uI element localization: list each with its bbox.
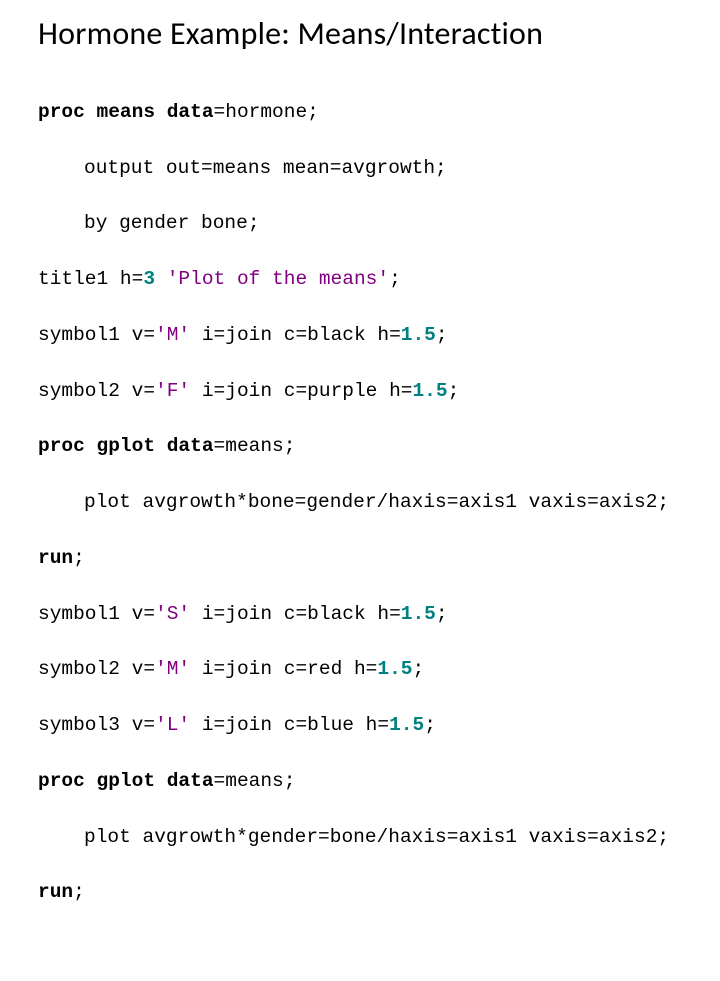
code-block: proc means data=hormone; output out=mean…	[38, 71, 692, 963]
code-text: ;	[389, 268, 401, 290]
code-text: ;	[436, 324, 448, 346]
code-text: =means;	[214, 770, 296, 792]
code-text: title1 h=	[38, 268, 143, 290]
keyword-proc: proc	[38, 101, 85, 123]
string-literal: 'M'	[155, 658, 190, 680]
number-literal: 1.5	[377, 658, 412, 680]
code-text: symbol1 v=	[38, 603, 155, 625]
code-line: output out=means mean=avgrowth;	[38, 155, 692, 183]
string-literal: 'L'	[155, 714, 190, 736]
code-line: proc gplot data=means;	[38, 433, 692, 461]
code-line: by gender bone;	[38, 210, 692, 238]
keyword-data: data	[167, 435, 214, 457]
code-text: symbol2 v=	[38, 658, 155, 680]
keyword-run: run	[38, 881, 73, 903]
number-literal: 1.5	[401, 324, 436, 346]
code-text: i=join c=black h=	[190, 324, 401, 346]
keyword-proc: proc	[38, 435, 85, 457]
keyword-proc: proc	[38, 770, 85, 792]
keyword-run: run	[38, 547, 73, 569]
code-text: symbol2 v=	[38, 380, 155, 402]
keyword-data: data	[167, 101, 214, 123]
slide-title: Hormone Example: Means/Interaction	[38, 14, 692, 53]
string-literal: 'F'	[155, 380, 190, 402]
code-text: symbol1 v=	[38, 324, 155, 346]
code-text: =hormone;	[214, 101, 319, 123]
code-text: ;	[424, 714, 436, 736]
code-text: i=join c=black h=	[190, 603, 401, 625]
code-text: i=join c=blue h=	[190, 714, 389, 736]
code-text: ;	[412, 658, 424, 680]
slide: Hormone Example: Means/Interaction proc …	[0, 0, 720, 981]
code-text: ;	[73, 881, 85, 903]
code-text: =means;	[214, 435, 296, 457]
code-line: symbol2 v='M' i=join c=red h=1.5;	[38, 656, 692, 684]
code-line: symbol1 v='M' i=join c=black h=1.5;	[38, 322, 692, 350]
code-text: symbol3 v=	[38, 714, 155, 736]
number-literal: 1.5	[412, 380, 447, 402]
keyword-means: means	[97, 101, 156, 123]
code-line: symbol1 v='S' i=join c=black h=1.5;	[38, 601, 692, 629]
string-literal: 'Plot of the means'	[167, 268, 389, 290]
code-line: plot avgrowth*gender=bone/haxis=axis1 va…	[38, 824, 692, 852]
code-text: ;	[448, 380, 460, 402]
code-line: symbol2 v='F' i=join c=purple h=1.5;	[38, 378, 692, 406]
keyword-data: data	[167, 770, 214, 792]
code-line: run;	[38, 545, 692, 573]
string-literal: 'S'	[155, 603, 190, 625]
code-line: proc gplot data=means;	[38, 768, 692, 796]
code-line: proc means data=hormone;	[38, 99, 692, 127]
code-text: i=join c=red h=	[190, 658, 377, 680]
code-text: i=join c=purple h=	[190, 380, 412, 402]
code-line: plot avgrowth*bone=gender/haxis=axis1 va…	[38, 489, 692, 517]
code-text: ;	[436, 603, 448, 625]
code-line: symbol3 v='L' i=join c=blue h=1.5;	[38, 712, 692, 740]
code-line: run;	[38, 879, 692, 907]
number-literal: 1.5	[401, 603, 436, 625]
keyword-gplot: gplot	[97, 435, 156, 457]
keyword-gplot: gplot	[97, 770, 156, 792]
code-text: ;	[73, 547, 85, 569]
string-literal: 'M'	[155, 324, 190, 346]
number-literal: 1.5	[389, 714, 424, 736]
number-literal: 3	[143, 268, 155, 290]
code-line: title1 h=3 'Plot of the means';	[38, 266, 692, 294]
